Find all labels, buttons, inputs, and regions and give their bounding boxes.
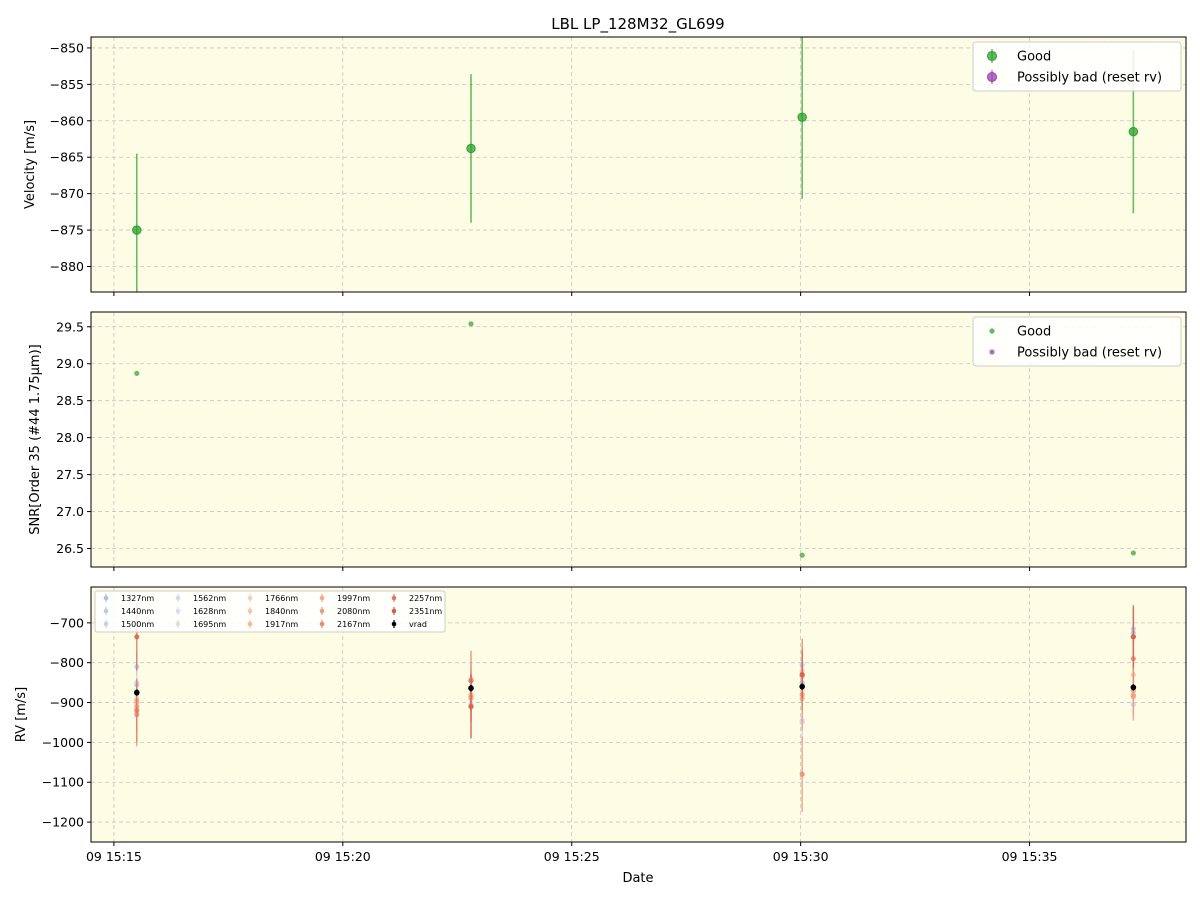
x-tick-label: 09 15:20 xyxy=(315,849,371,864)
chart-title: LBL LP_128M32_GL699 xyxy=(551,15,724,34)
velocity-point xyxy=(466,143,476,154)
y-tick-label: 26.5 xyxy=(56,541,84,556)
legend-label: 1917nm xyxy=(265,620,298,629)
legend-marker xyxy=(103,608,109,614)
velocity-y-axis-label: Velocity [m/s] xyxy=(23,120,38,209)
legend-label: 1628nm xyxy=(193,607,226,616)
legend-label: Possibly bad (reset rv) xyxy=(1017,71,1162,86)
legend-marker xyxy=(175,608,181,614)
rv-point xyxy=(799,771,805,777)
y-tick-label: 28.0 xyxy=(56,430,84,445)
rv-point xyxy=(1130,634,1136,640)
legend-marker xyxy=(247,621,253,627)
snr-panel: 26.5 27.0 27.5 28.0 28.5 29.0 29.5 SNR[Order 3… xyxy=(28,311,1187,571)
y-tick-label: −865 xyxy=(50,150,84,165)
y-tick-label: 28.5 xyxy=(56,393,84,408)
legend-marker xyxy=(103,595,109,601)
x-tick-label: 09 15:25 xyxy=(544,849,600,864)
legend-marker xyxy=(989,349,995,355)
legend-label: 1695nm xyxy=(193,620,226,629)
legend-label: Possibly bad (reset rv) xyxy=(1017,346,1162,361)
velocity-point xyxy=(1128,127,1139,137)
legend-label: 1840nm xyxy=(265,607,298,616)
rv-point xyxy=(133,689,140,696)
rv-point xyxy=(134,707,140,714)
y-tick-label: −700 xyxy=(50,615,84,630)
rv-point xyxy=(1130,684,1137,691)
snr-point xyxy=(134,370,140,376)
velocity-legend: Good Possibly bad (reset rv) xyxy=(972,41,1182,92)
rv-panel: −1200 −1100 −1000 −900 −800 −700 09 15:15 09 15… xyxy=(14,586,1187,886)
y-tick-label: 27.0 xyxy=(56,504,84,519)
y-tick-label: 29.0 xyxy=(56,356,84,371)
legend-marker xyxy=(391,595,397,601)
y-tick-label: −875 xyxy=(50,223,84,238)
rv-point xyxy=(799,672,805,678)
y-tick-label: −900 xyxy=(50,695,84,710)
legend-label: 2080nm xyxy=(337,607,370,616)
legend-label: 1562nm xyxy=(193,594,226,603)
legend-label: 1500nm xyxy=(121,620,154,629)
legend-marker xyxy=(391,621,397,627)
figure: LBL LP_128M32_GL699 −880 −875 −870 −865 −860… xyxy=(14,15,1187,886)
legend-label: 1766nm xyxy=(265,594,298,603)
y-tick-label: −850 xyxy=(50,40,84,55)
legend-label: vrad xyxy=(409,620,427,629)
x-tick-label: 09 15:35 xyxy=(1002,849,1058,864)
y-tick-label: −1000 xyxy=(42,735,84,750)
snr-point xyxy=(468,321,474,327)
legend-marker xyxy=(987,51,997,61)
x-tick-label: 09 15:15 xyxy=(86,849,142,864)
legend-label: 2167nm xyxy=(337,620,370,629)
velocity-point xyxy=(132,225,142,235)
legend-label: Good xyxy=(1017,50,1051,65)
legend-label: 2257nm xyxy=(409,594,442,603)
legend-marker xyxy=(989,328,995,334)
rv-point xyxy=(134,634,140,640)
snr-y-axis-label: SNR[Order 35 (#44 1.75μm)] xyxy=(28,344,43,535)
legend-marker xyxy=(103,621,109,627)
rv-point xyxy=(1130,693,1136,700)
rv-point xyxy=(468,703,474,710)
x-axis-label: Date xyxy=(622,871,653,886)
legend-marker xyxy=(391,608,397,614)
legend-label: 2351nm xyxy=(409,607,442,616)
rv-y-axis-label: RV [m/s] xyxy=(14,687,29,742)
y-tick-label: 27.5 xyxy=(56,467,84,482)
velocity-panel: −880 −875 −870 −865 −860 −855 −850 Velocity [m… xyxy=(23,36,1187,296)
rv-point xyxy=(799,683,805,690)
legend-label: 1997nm xyxy=(337,594,370,603)
y-tick-label: 29.5 xyxy=(56,319,84,334)
legend-marker xyxy=(319,608,325,614)
snr-legend: Good Possibly bad (reset rv) xyxy=(972,316,1182,367)
legend-marker xyxy=(247,608,253,614)
y-tick-label: −800 xyxy=(50,655,84,670)
y-tick-label: −1200 xyxy=(42,815,84,830)
legend-marker xyxy=(175,621,181,627)
rv-point xyxy=(468,685,474,692)
legend-marker xyxy=(319,621,325,627)
legend-marker xyxy=(247,595,253,601)
legend-marker xyxy=(175,595,181,601)
snr-point xyxy=(799,552,805,558)
x-tick-label: 09 15:30 xyxy=(773,849,829,864)
y-tick-label: −860 xyxy=(50,113,84,128)
y-tick-label: −870 xyxy=(50,186,84,201)
legend-label: 1327nm xyxy=(121,594,154,603)
legend-label: 1440nm xyxy=(121,607,154,616)
snr-point xyxy=(1130,550,1136,556)
legend-marker xyxy=(319,595,325,601)
velocity-point xyxy=(797,112,807,122)
y-tick-label: −855 xyxy=(50,77,84,92)
legend-label: Good xyxy=(1017,325,1051,340)
y-tick-label: −880 xyxy=(50,259,84,274)
y-tick-label: −1100 xyxy=(42,775,84,790)
legend-marker xyxy=(987,72,997,82)
rv-legend: 1327nm 1440nm 1500nm 1562nm 1628nm 1695nm 1766… xyxy=(94,590,446,633)
